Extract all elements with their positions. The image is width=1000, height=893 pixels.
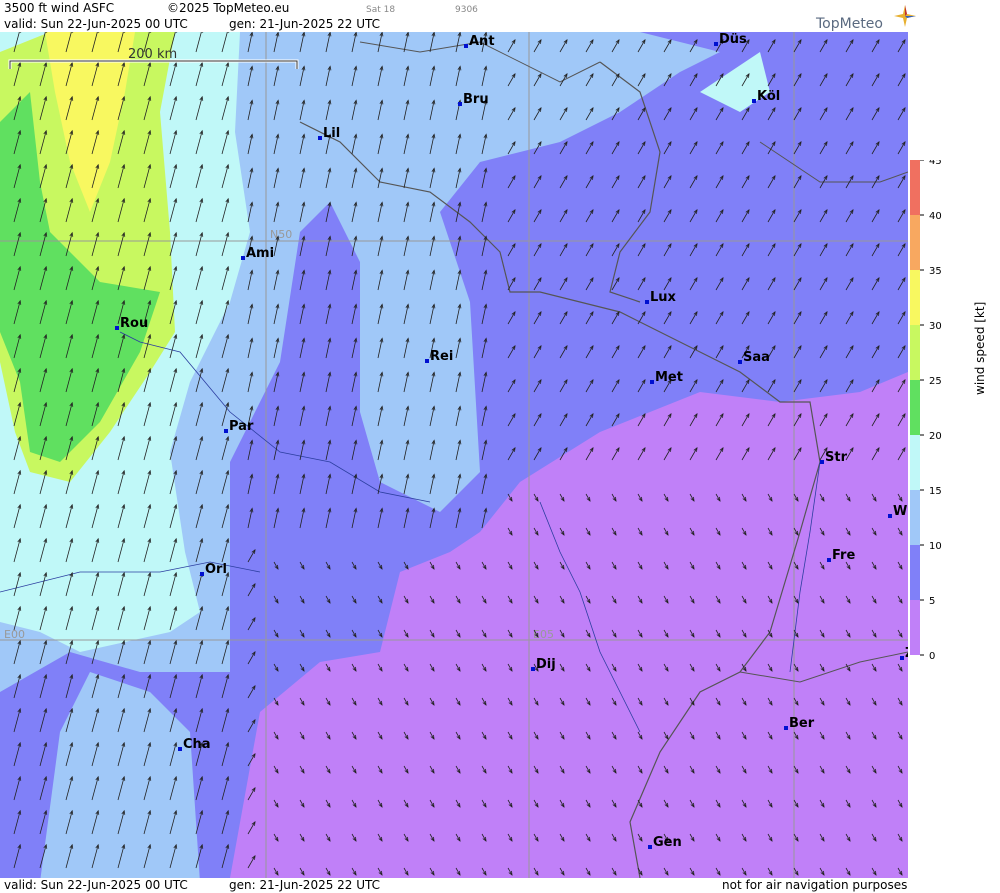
wind-speed-legend: 45 40 35 30 25 20 15 10 5 0 xyxy=(910,160,942,660)
city-marker xyxy=(458,102,462,106)
city-label-orl: Orl xyxy=(205,562,227,577)
legend-tick-label: 10 xyxy=(929,541,942,552)
city-marker xyxy=(645,300,649,304)
city-label-düs: Düs xyxy=(719,32,747,47)
city-label-rou: Rou xyxy=(120,316,148,331)
city-label-rei: Rei xyxy=(430,349,453,364)
city-label-lil: Lil xyxy=(323,126,340,141)
grid-label-n50: N50 xyxy=(270,228,292,241)
city-marker xyxy=(318,136,322,140)
city-label-str: Str xyxy=(825,450,848,465)
legend-tick-label: 45 xyxy=(929,160,942,167)
city-marker xyxy=(464,44,468,48)
legend-color-band xyxy=(910,380,920,435)
footer-gen-time: gen: 21-Jun-2025 22 UTC xyxy=(229,878,381,892)
gen-time: gen: 21-Jun-2025 22 UTC xyxy=(229,17,381,31)
city-marker xyxy=(224,429,228,433)
legend-tick-label: 30 xyxy=(929,321,942,332)
city-label-dij: Dij xyxy=(536,657,556,672)
city-marker xyxy=(752,99,756,103)
city-marker xyxy=(425,359,429,363)
topmeteo-logo: TopMeteo xyxy=(816,16,883,32)
city-marker xyxy=(178,747,182,751)
code-label: 9306 xyxy=(455,5,478,15)
legend-color-band xyxy=(910,490,920,545)
footer-note: not for air navigation purposes xyxy=(722,878,908,892)
city-marker xyxy=(650,380,654,384)
city-marker xyxy=(738,360,742,364)
legend-tick-label: 40 xyxy=(929,211,942,222)
city-label-ant: Ant xyxy=(469,34,495,49)
city-label-par: Par xyxy=(229,419,254,434)
city-marker xyxy=(648,845,652,849)
legend-color-band xyxy=(910,215,920,270)
legend-color-band xyxy=(910,435,920,490)
city-marker xyxy=(888,514,892,518)
city-marker xyxy=(241,256,245,260)
legend-tick-label: 20 xyxy=(929,431,942,442)
city-marker xyxy=(900,656,904,660)
city-label-z: Z xyxy=(905,646,908,661)
wind-map-canvas: N50 E00 E05 200 km Ant DüsBru KölLilAmiRou… xyxy=(0,32,908,878)
city-marker xyxy=(531,667,535,671)
city-marker xyxy=(784,726,788,730)
legend-tick-label: 25 xyxy=(929,376,942,387)
city-marker xyxy=(714,42,718,46)
city-label-lux: Lux xyxy=(650,290,677,305)
legend-tick-label: 15 xyxy=(929,486,942,497)
legend-tick-label: 35 xyxy=(929,266,942,277)
city-label-ami: Ami xyxy=(246,246,274,261)
scale-bar-label: 200 km xyxy=(128,47,177,62)
city-label-gen: Gen xyxy=(653,835,682,850)
city-label-met: Met xyxy=(655,370,683,385)
legend-color-band xyxy=(910,160,920,215)
valid-time: valid: Sun 22-Jun-2025 00 UTC xyxy=(4,17,188,31)
copyright: ©2025 TopMeteo.eu xyxy=(167,1,290,15)
wind-map[interactable]: N50 E00 E05 200 km Ant Düs Bru Köl Lil Ami Rou… xyxy=(0,32,908,878)
legend-color-band xyxy=(910,270,920,325)
city-label-cha: Cha xyxy=(183,737,211,752)
legend-color-band xyxy=(910,325,920,380)
city-label-fre: Fre xyxy=(832,548,855,563)
city-marker xyxy=(820,460,824,464)
legend-axis-label: wind speed [kt] xyxy=(973,301,987,395)
city-label-saa: Saa xyxy=(743,350,770,365)
city-label-bru: Bru xyxy=(463,92,489,107)
compass-star-icon xyxy=(894,5,916,27)
legend-tick-label: 0 xyxy=(929,651,935,660)
legend-color-band xyxy=(910,545,920,600)
city-label-köl: Köl xyxy=(757,89,780,104)
city-marker xyxy=(200,572,204,576)
city-marker xyxy=(115,326,119,330)
city-label-w: W xyxy=(893,504,907,519)
grid-label-e00: E00 xyxy=(4,628,25,641)
city-marker xyxy=(827,558,831,562)
sat-label: Sat 18 xyxy=(366,5,396,15)
footer-valid-time: valid: Sun 22-Jun-2025 00 UTC xyxy=(4,878,188,892)
legend-tick-label: 5 xyxy=(929,596,935,607)
legend-color-band xyxy=(910,600,920,655)
map-title: 3500 ft wind ASFC xyxy=(4,1,115,15)
city-label-ber: Ber xyxy=(789,716,815,731)
